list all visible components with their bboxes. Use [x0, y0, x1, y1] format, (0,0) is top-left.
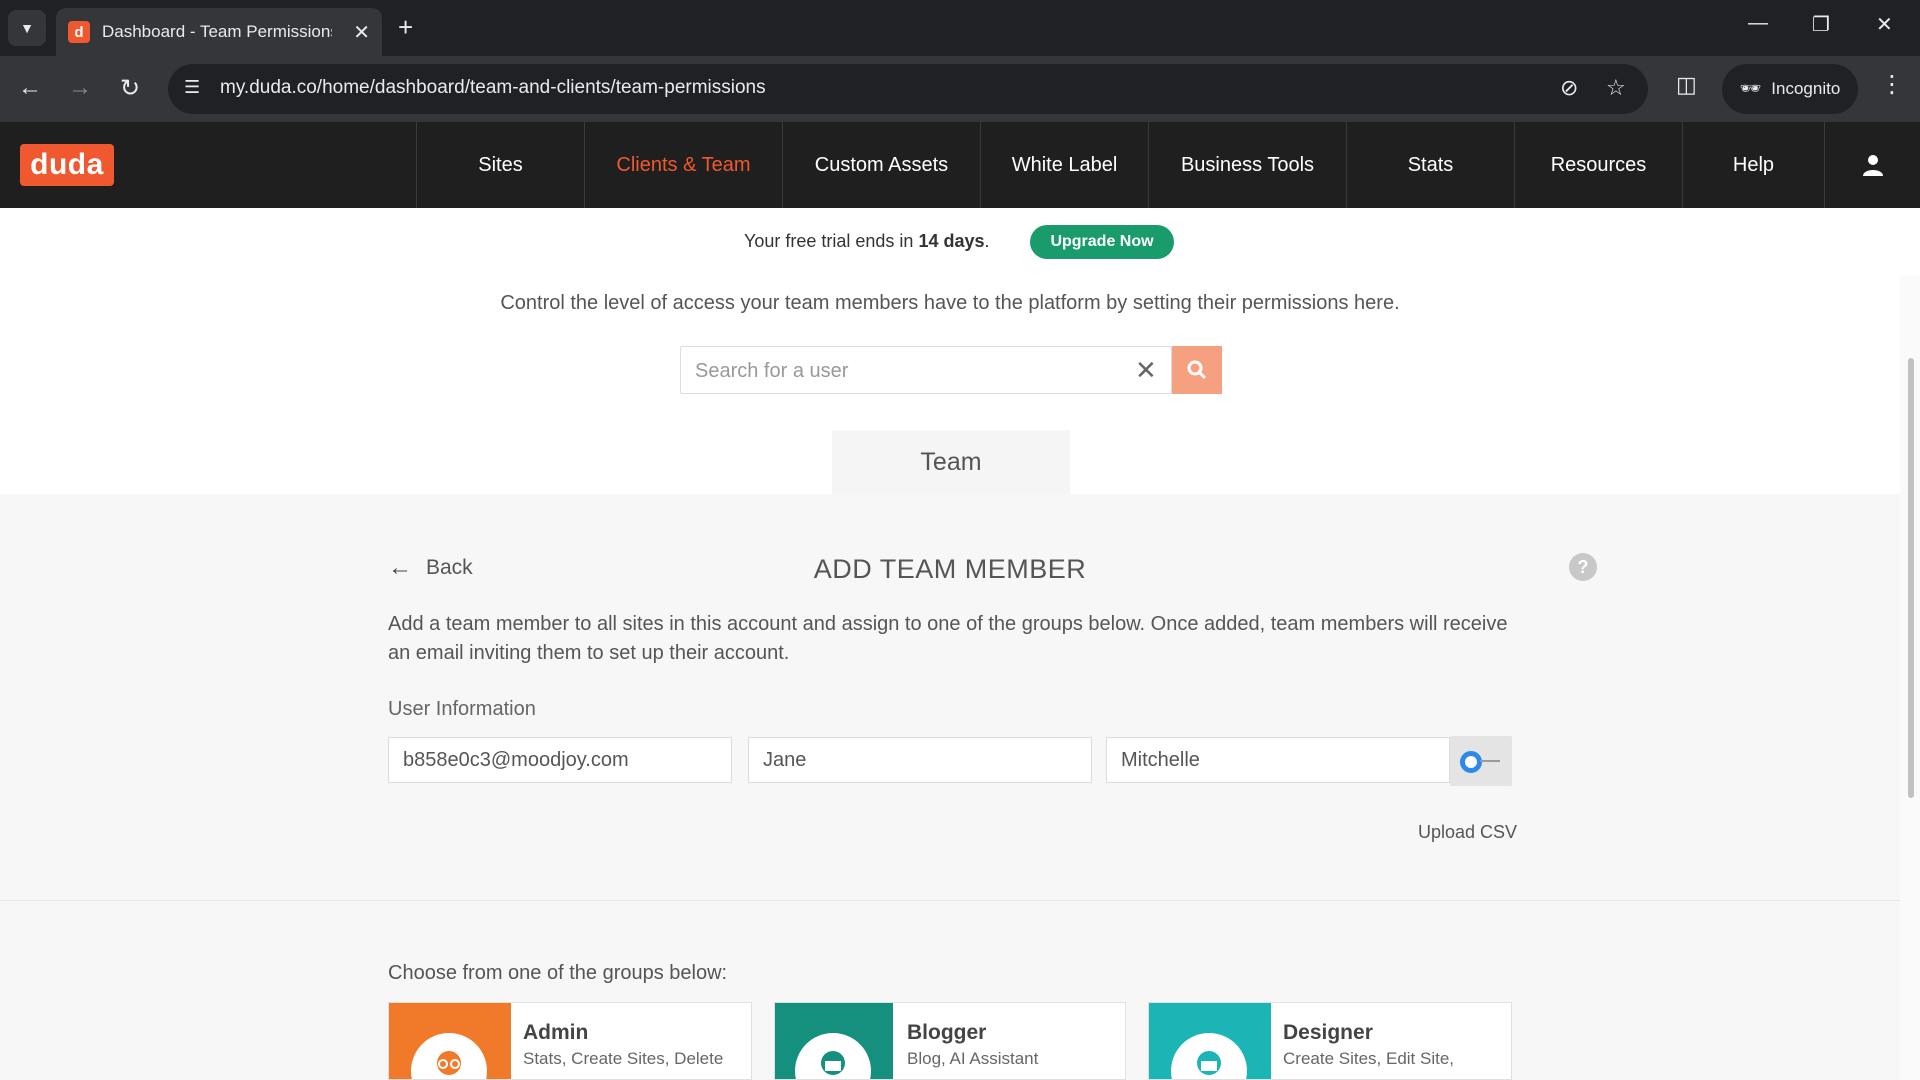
tab-search-button[interactable]: ▼ — [8, 10, 46, 46]
incognito-indicator[interactable]: 🕶 Incognito — [1722, 64, 1858, 114]
blogger-group-name: Blogger — [907, 1021, 987, 1044]
scrollbar-thumb[interactable] — [1908, 358, 1914, 798]
browser-tab-bar: ▼ d Dashboard - Team Permissions ✕ + — ❐… — [0, 0, 1920, 56]
designer-group-desc: Create Sites, Edit Site, — [1283, 1049, 1455, 1068]
address-bar[interactable]: ☰ my.duda.co/home/dashboard/team-and-cli… — [168, 64, 1648, 114]
group-card-designer[interactable]: Designer Create Sites, Edit Site, — [1148, 1002, 1512, 1080]
page-scrollbar[interactable] — [1900, 276, 1920, 1080]
back-nav-icon[interactable]: ← — [18, 74, 42, 102]
first-name-input[interactable] — [749, 738, 1091, 782]
permissions-intro: Control the level of access your team me… — [500, 292, 1400, 314]
main-nav: Sites Clients & Team Custom Assets White… — [416, 122, 1824, 208]
side-panel-icon[interactable]: ◫ — [1676, 72, 1697, 98]
duda-favicon-icon: d — [68, 21, 90, 43]
reload-icon[interactable]: ↻ — [120, 74, 140, 103]
add-member-description: Add a team member to all sites in this a… — [388, 613, 1508, 664]
permissions-header-section: Control the level of access your team me… — [0, 276, 1900, 494]
nav-custom-assets[interactable]: Custom Assets — [782, 122, 980, 208]
site-info-icon[interactable]: ☰ — [184, 77, 200, 98]
duda-logo[interactable]: duda — [20, 144, 114, 186]
admin-group-name: Admin — [523, 1021, 589, 1044]
add-row-toggle[interactable] — [1450, 736, 1512, 786]
bookmark-star-icon[interactable]: ☆ — [1606, 75, 1626, 101]
designer-icon-box — [1149, 1003, 1271, 1079]
nav-sites[interactable]: Sites — [416, 122, 584, 208]
incognito-icon: 🕶 — [1739, 79, 1762, 98]
admin-icon-box — [389, 1003, 511, 1079]
designer-avatar-icon — [1171, 1033, 1247, 1079]
blogger-avatar-icon — [795, 1033, 871, 1079]
admin-group-desc: Stats, Create Sites, Delete — [523, 1049, 724, 1068]
browser-toolbar: ← → ↻ ☰ my.duda.co/home/dashboard/team-a… — [0, 56, 1920, 122]
clear-search-icon[interactable]: ✕ — [1135, 355, 1157, 386]
search-user-input[interactable] — [695, 357, 1115, 385]
trial-days: 14 days — [918, 231, 985, 251]
search-button[interactable] — [1172, 346, 1222, 394]
close-tab-icon[interactable]: ✕ — [353, 20, 370, 45]
tab-title: Dashboard - Team Permissions — [102, 22, 332, 41]
nav-clients-team[interactable]: Clients & Team — [584, 122, 782, 208]
first-name-field — [748, 737, 1092, 783]
blogger-icon-box — [775, 1003, 893, 1079]
forward-nav-icon[interactable]: → — [68, 74, 92, 102]
minimize-icon[interactable]: — — [1748, 12, 1768, 35]
new-tab-icon[interactable]: + — [398, 12, 413, 43]
upgrade-now-button[interactable]: Upgrade Now — [1030, 225, 1174, 259]
add-team-member-title: ADD TEAM MEMBER — [813, 554, 1087, 584]
nav-stats[interactable]: Stats — [1346, 122, 1514, 208]
incognito-label: Incognito — [1771, 79, 1841, 98]
user-profile-icon[interactable] — [1824, 122, 1920, 208]
user-search-box: ✕ — [680, 346, 1172, 394]
tab-team[interactable]: Team — [832, 430, 1070, 494]
choose-group-label: Choose from one of the groups below: — [388, 962, 728, 984]
last-name-field — [1106, 737, 1450, 783]
trial-message: Your free trial ends in 14 days. — [744, 231, 990, 251]
app-navbar: duda Sites Clients & Team Custom Assets … — [0, 122, 1920, 208]
section-divider — [0, 900, 1900, 901]
email-input[interactable] — [389, 738, 731, 782]
restore-icon[interactable]: ❐ — [1812, 12, 1830, 37]
trial-banner: Your free trial ends in 14 days. Upgrade… — [0, 208, 1920, 276]
browser-menu-icon[interactable]: ⋮ — [1880, 70, 1904, 99]
email-field — [388, 737, 732, 783]
nav-white-label[interactable]: White Label — [980, 122, 1148, 208]
upload-csv-link[interactable]: Upload CSV — [1418, 822, 1517, 843]
help-icon[interactable]: ? — [1569, 553, 1597, 581]
last-name-input[interactable] — [1107, 738, 1449, 782]
group-card-admin[interactable]: Admin Stats, Create Sites, Delete — [388, 1002, 752, 1080]
group-card-blogger[interactable]: Blogger Blog, AI Assistant — [774, 1002, 1126, 1080]
blogger-group-desc: Blog, AI Assistant — [907, 1049, 1039, 1068]
nav-help[interactable]: Help — [1682, 122, 1824, 208]
toggle-line — [1480, 760, 1500, 762]
nav-resources[interactable]: Resources — [1514, 122, 1682, 208]
browser-tab[interactable]: d Dashboard - Team Permissions ✕ — [56, 8, 382, 56]
admin-avatar-icon — [411, 1033, 487, 1079]
nav-business-tools[interactable]: Business Tools — [1148, 122, 1346, 208]
search-icon — [1187, 360, 1207, 380]
url-text[interactable]: my.duda.co/home/dashboard/team-and-clien… — [220, 77, 766, 99]
add-team-member-panel: ← Back ADD TEAM MEMBER ? Add a team memb… — [0, 494, 1900, 1080]
designer-group-name: Designer — [1283, 1021, 1373, 1044]
user-information-label: User Information — [388, 698, 536, 720]
eye-off-icon[interactable]: ⊘ — [1560, 75, 1578, 101]
close-window-icon[interactable]: ✕ — [1876, 12, 1893, 37]
toggle-knob — [1460, 751, 1482, 773]
